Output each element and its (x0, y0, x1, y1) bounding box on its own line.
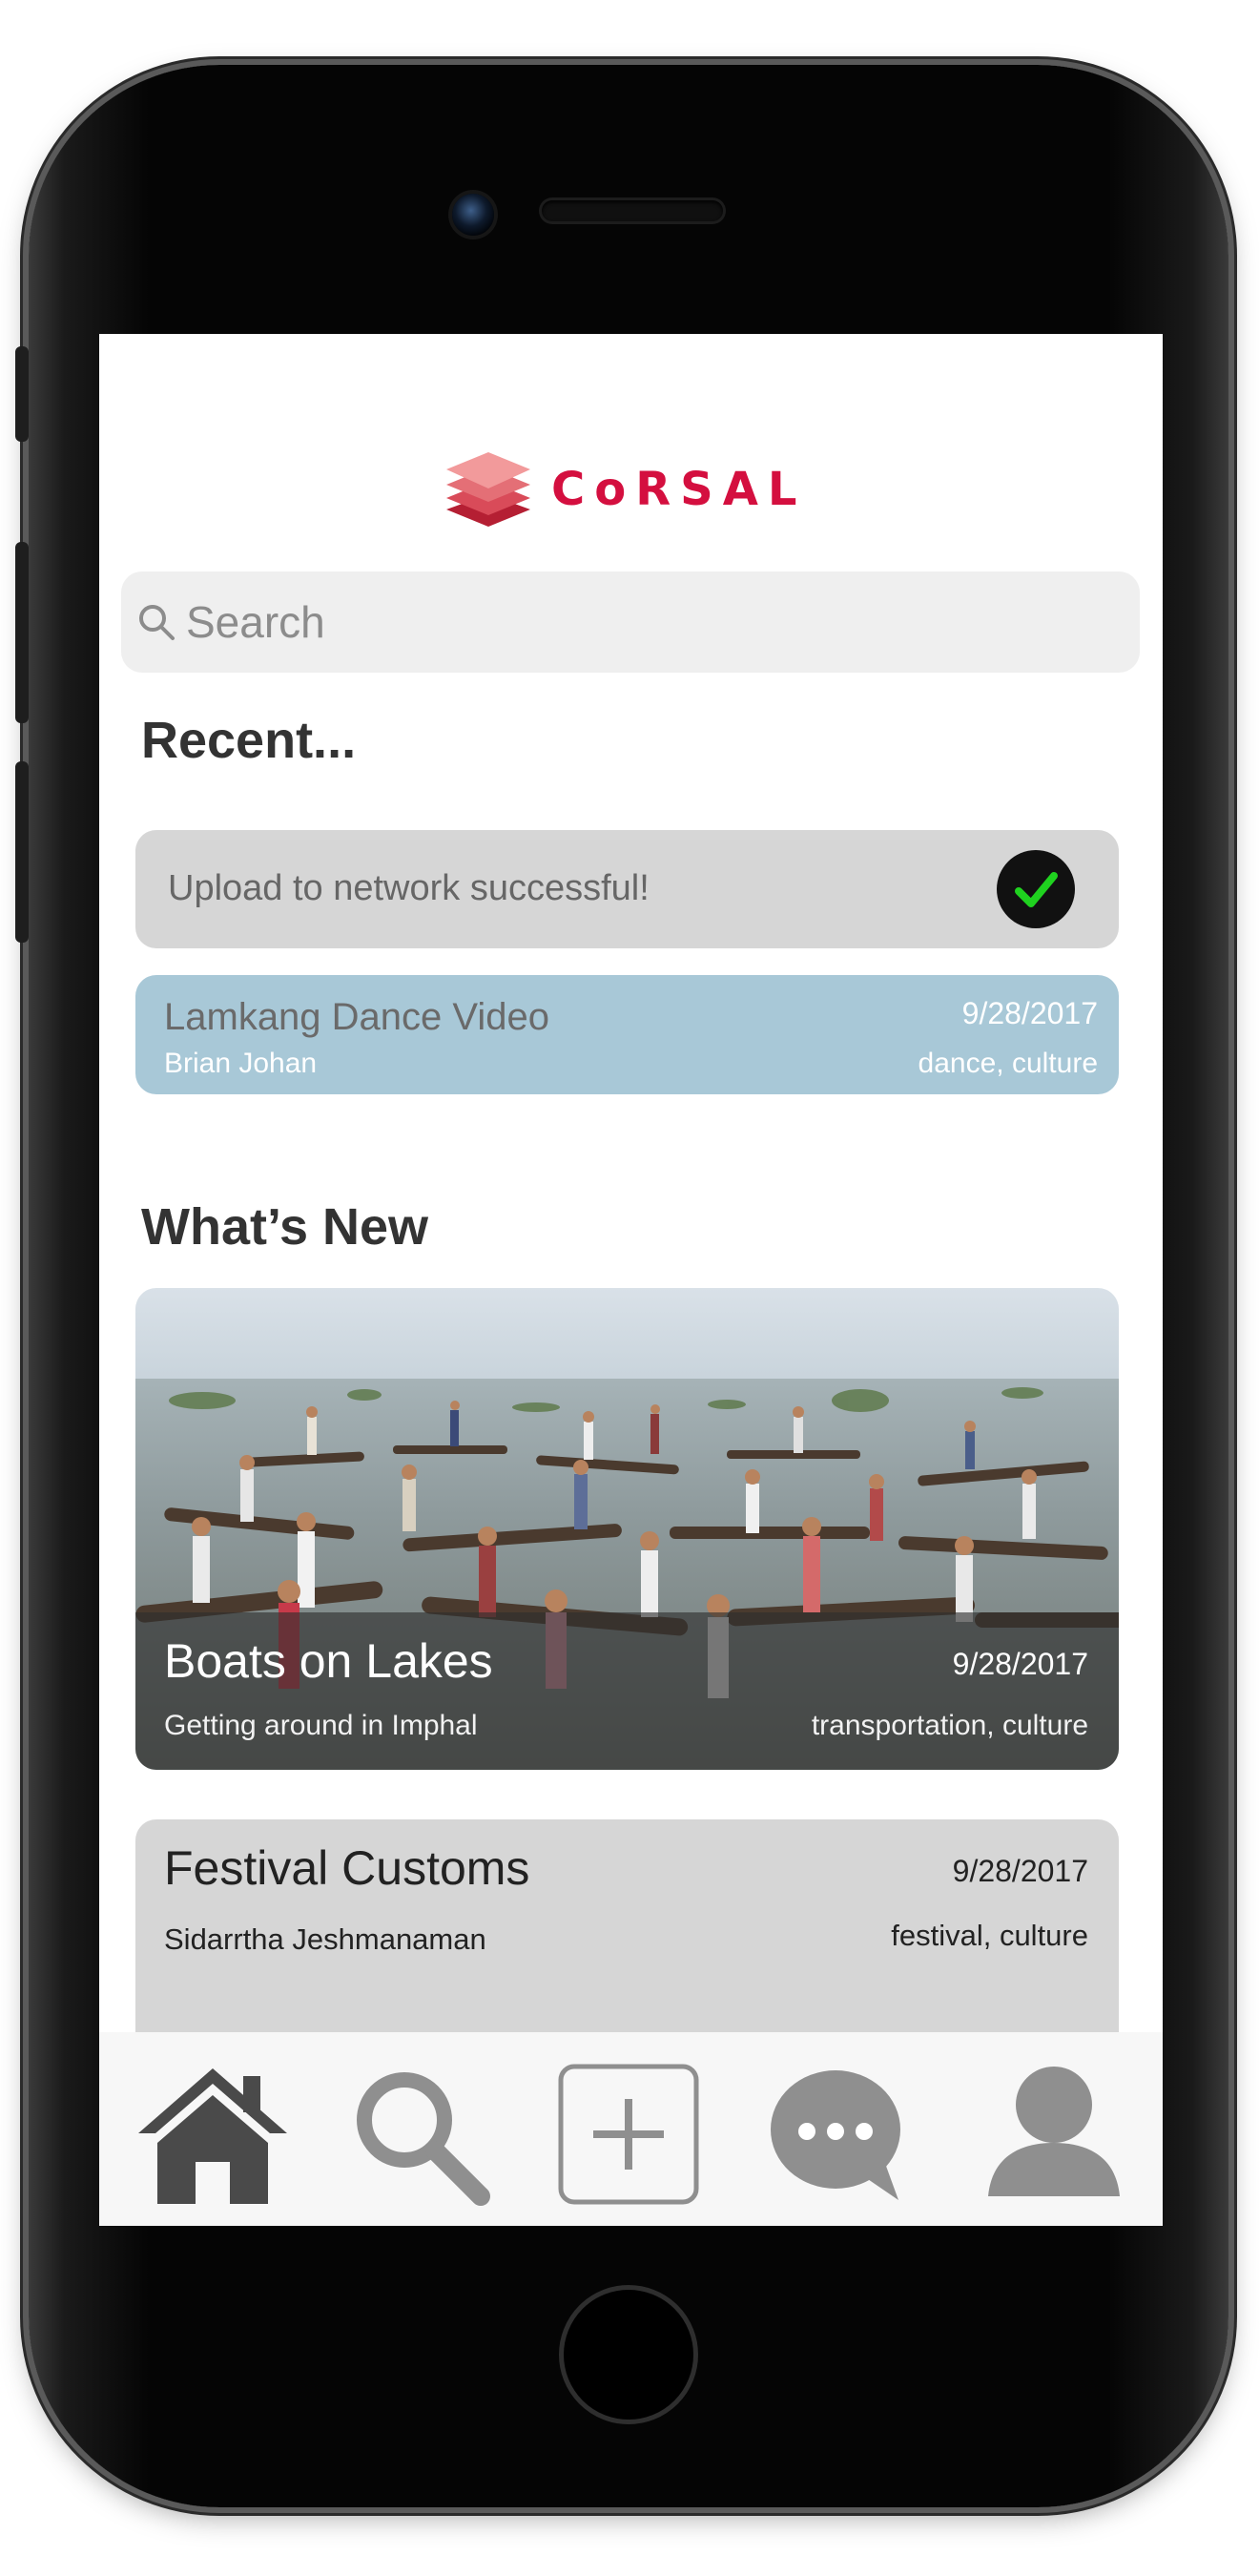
festival-card-tags: festival, culture (891, 1919, 1088, 1952)
tab-messages[interactable] (757, 2053, 919, 2215)
front-camera (452, 194, 494, 236)
festival-card-date: 9/28/2017 (952, 1854, 1088, 1888)
tab-profile[interactable] (973, 2053, 1135, 2215)
search-icon (139, 605, 175, 640)
recent-item-author: Brian Johan (164, 1048, 318, 1079)
tab-home[interactable] (132, 2053, 294, 2215)
home-button[interactable] (559, 2285, 698, 2424)
mute-switch (15, 346, 29, 442)
checkmark-icon (997, 850, 1075, 928)
search-input[interactable] (184, 595, 1046, 649)
bottom-tab-bar (99, 2032, 1163, 2226)
upload-success-toast: Upload to network successful! (135, 830, 1119, 948)
toast-message: Upload to network successful! (168, 868, 650, 908)
recent-item-card[interactable]: Lamkang Dance Video Brian Johan 9/28/201… (135, 975, 1119, 1094)
person-icon (988, 2067, 1120, 2196)
stacked-layers-icon (446, 452, 530, 527)
app-logo-text: CoRSAL (551, 463, 807, 516)
search-bar[interactable] (121, 571, 1140, 673)
tab-search[interactable] (338, 2053, 500, 2215)
feature-card-date: 9/28/2017 (952, 1647, 1088, 1681)
volume-up-button (15, 542, 29, 723)
app-logo: CoRSAL (443, 447, 806, 532)
home-icon (138, 2068, 287, 2204)
app-screen: CoRSAL Recent... Upload to network succe… (99, 334, 1163, 2226)
whats-new-section-title: What’s New (141, 1198, 429, 1256)
recent-item-title: Lamkang Dance Video (164, 996, 549, 1038)
earpiece-speaker (542, 200, 723, 221)
recent-section-title: Recent... (141, 712, 357, 769)
tab-add[interactable] (547, 2053, 710, 2215)
recent-item-tags: dance, culture (918, 1048, 1098, 1079)
festival-card-author: Sidarrtha Jeshmanaman (164, 1922, 486, 1956)
feature-card-title: Boats on Lakes (164, 1634, 493, 1688)
volume-down-button (15, 761, 29, 943)
chat-bubble-icon (771, 2070, 900, 2200)
search-icon (357, 2072, 490, 2206)
feature-card-boats[interactable]: Boats on Lakes Getting around in Imphal … (135, 1288, 1119, 1770)
festival-card-title: Festival Customs (164, 1841, 530, 1895)
feature-card-subtitle: Getting around in Imphal (164, 1710, 478, 1741)
feature-card-tags: transportation, culture (811, 1710, 1088, 1741)
recent-item-date: 9/28/2017 (961, 996, 1098, 1030)
plus-icon (558, 2064, 699, 2205)
